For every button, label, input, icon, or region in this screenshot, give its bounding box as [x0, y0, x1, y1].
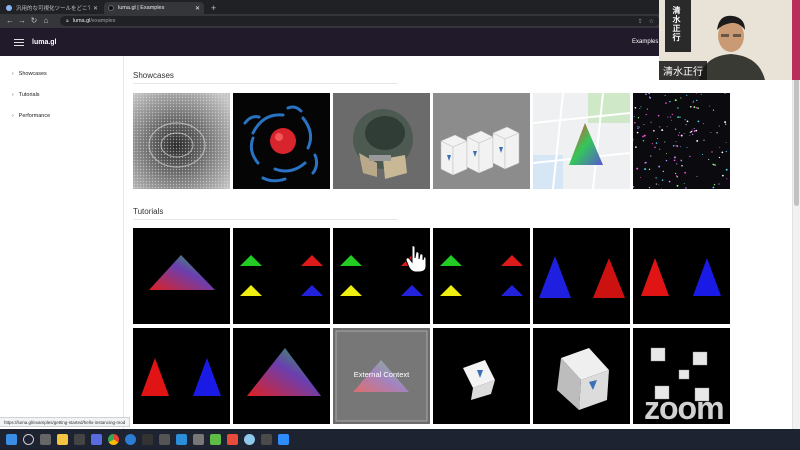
tutorial-thumb-lit-cube[interactable] — [533, 328, 630, 424]
section-title-tutorials: Tutorials — [133, 207, 164, 216]
showcase-thumb-map-triangle[interactable] — [533, 93, 630, 189]
chrome-icon[interactable] — [108, 434, 119, 445]
sidebar: › Showcases › Tutorials › Performance — [0, 56, 124, 429]
edge-icon[interactable] — [125, 434, 136, 445]
favicon-icon — [6, 5, 12, 11]
tutorial-thumb-four-triangles[interactable] — [233, 228, 330, 324]
sidebar-item-label: Tutorials — [18, 91, 40, 98]
sidebar-item-performance[interactable]: › Performance — [0, 105, 123, 126]
speaker-nameplate: 清水正行 — [659, 61, 707, 80]
app-icon[interactable] — [244, 434, 255, 445]
app-icon[interactable] — [227, 434, 238, 445]
bookmark-star-icon[interactable]: ☆ — [649, 18, 654, 25]
page-scrollbar[interactable] — [792, 56, 800, 429]
tutorial-thumb-textured-cube[interactable] — [433, 328, 530, 424]
terminal-icon[interactable] — [142, 434, 153, 445]
chevron-right-icon: › — [12, 70, 14, 77]
menu-icon[interactable] — [14, 38, 24, 46]
speaker-video: 清水正行 清水正行 — [659, 0, 792, 80]
browser-tab[interactable]: 汎用的な可視化ツールをどこで作れる? ✕ — [2, 2, 102, 14]
tab-title: luma.gl | Examples — [118, 5, 165, 11]
favicon-icon — [108, 5, 114, 11]
section-divider — [133, 219, 398, 220]
teams-icon[interactable] — [91, 434, 102, 445]
tutorial-thumb-four-triangles-mod[interactable] — [433, 228, 530, 324]
showcase-thumb-particles[interactable] — [633, 93, 730, 189]
new-tab-icon[interactable]: + — [206, 2, 221, 14]
home-icon[interactable]: ⌂ — [40, 14, 52, 28]
back-icon[interactable]: ← — [4, 14, 16, 28]
section-title-showcases: Showcases — [133, 71, 174, 80]
showcase-thumb-cube-grid[interactable] — [433, 93, 530, 189]
chevron-right-icon: › — [12, 91, 14, 98]
nav-examples-link[interactable]: Examples — [632, 28, 658, 56]
address-host: luma.gl — [72, 18, 91, 24]
windows-start-icon[interactable] — [6, 434, 17, 445]
search-icon[interactable] — [23, 434, 34, 445]
app-icon[interactable] — [159, 434, 170, 445]
tutorial-thumb-gradient-triangle[interactable] — [233, 328, 330, 424]
file-explorer-icon[interactable] — [57, 434, 68, 445]
external-context-label: External Context — [353, 370, 410, 379]
tutorial-thumb-hello-triangle[interactable] — [133, 228, 230, 324]
screen: 汎用的な可視化ツールをどこで作れる? ✕ luma.gl | Examples … — [0, 0, 800, 450]
hand-cursor-icon — [405, 245, 427, 273]
zoom-app-icon[interactable] — [278, 434, 289, 445]
reload-icon[interactable]: ↻ — [28, 14, 40, 28]
main-content: Showcases Tutorials External Context — [125, 56, 792, 429]
task-view-icon[interactable] — [40, 434, 51, 445]
address-bar[interactable]: 🔒︎ luma.gl /examples ⇪ ☆ — [60, 16, 660, 26]
address-path: /examples — [90, 18, 116, 24]
close-tab-icon[interactable]: ✕ — [195, 5, 200, 12]
taskbar — [0, 429, 800, 450]
tutorial-thumb-red-blue-triangles-2[interactable] — [133, 328, 230, 424]
browser-tab-active[interactable]: luma.gl | Examples ✕ — [104, 2, 204, 14]
tutorial-thumb-blue-red-triangles[interactable] — [533, 228, 630, 324]
vscode-icon[interactable] — [176, 434, 187, 445]
status-url: https://luma.gl/examples/getting-started… — [0, 417, 131, 427]
forward-icon[interactable]: → — [16, 14, 28, 28]
app-icon[interactable] — [193, 434, 204, 445]
sidebar-item-label: Showcases — [18, 70, 47, 77]
showcase-thumb-helmet-model[interactable] — [333, 93, 430, 189]
showcase-thumb-wave-mesh[interactable] — [133, 93, 230, 189]
app-icon[interactable] — [210, 434, 221, 445]
site-logo[interactable]: luma.gl — [32, 39, 57, 46]
lock-icon: 🔒︎ — [66, 18, 69, 24]
sidebar-item-tutorials[interactable]: › Tutorials — [0, 84, 123, 105]
share-icon[interactable]: ⇪ — [638, 18, 643, 25]
tutorial-thumb-external-context[interactable]: External Context — [333, 328, 430, 424]
store-icon[interactable] — [74, 434, 85, 445]
sidebar-item-showcases[interactable]: › Showcases — [0, 63, 123, 84]
tutorial-thumb-four-triangles-instanced[interactable] — [333, 228, 430, 324]
zoom-watermark: zoom — [644, 390, 725, 426]
chevron-right-icon: › — [12, 112, 14, 119]
tab-title: 汎用的な可視化ツールをどこで作れる? — [16, 6, 90, 12]
section-divider — [133, 83, 398, 84]
scrollbar-thumb[interactable] — [794, 76, 799, 206]
video-accent-edge — [792, 0, 800, 80]
tutorial-thumb-red-blue-triangles[interactable] — [633, 228, 730, 324]
app-icon[interactable] — [261, 434, 272, 445]
close-tab-icon[interactable]: ✕ — [93, 5, 98, 12]
showcase-thumb-blue-orbit[interactable] — [233, 93, 330, 189]
sidebar-item-label: Performance — [18, 112, 51, 119]
